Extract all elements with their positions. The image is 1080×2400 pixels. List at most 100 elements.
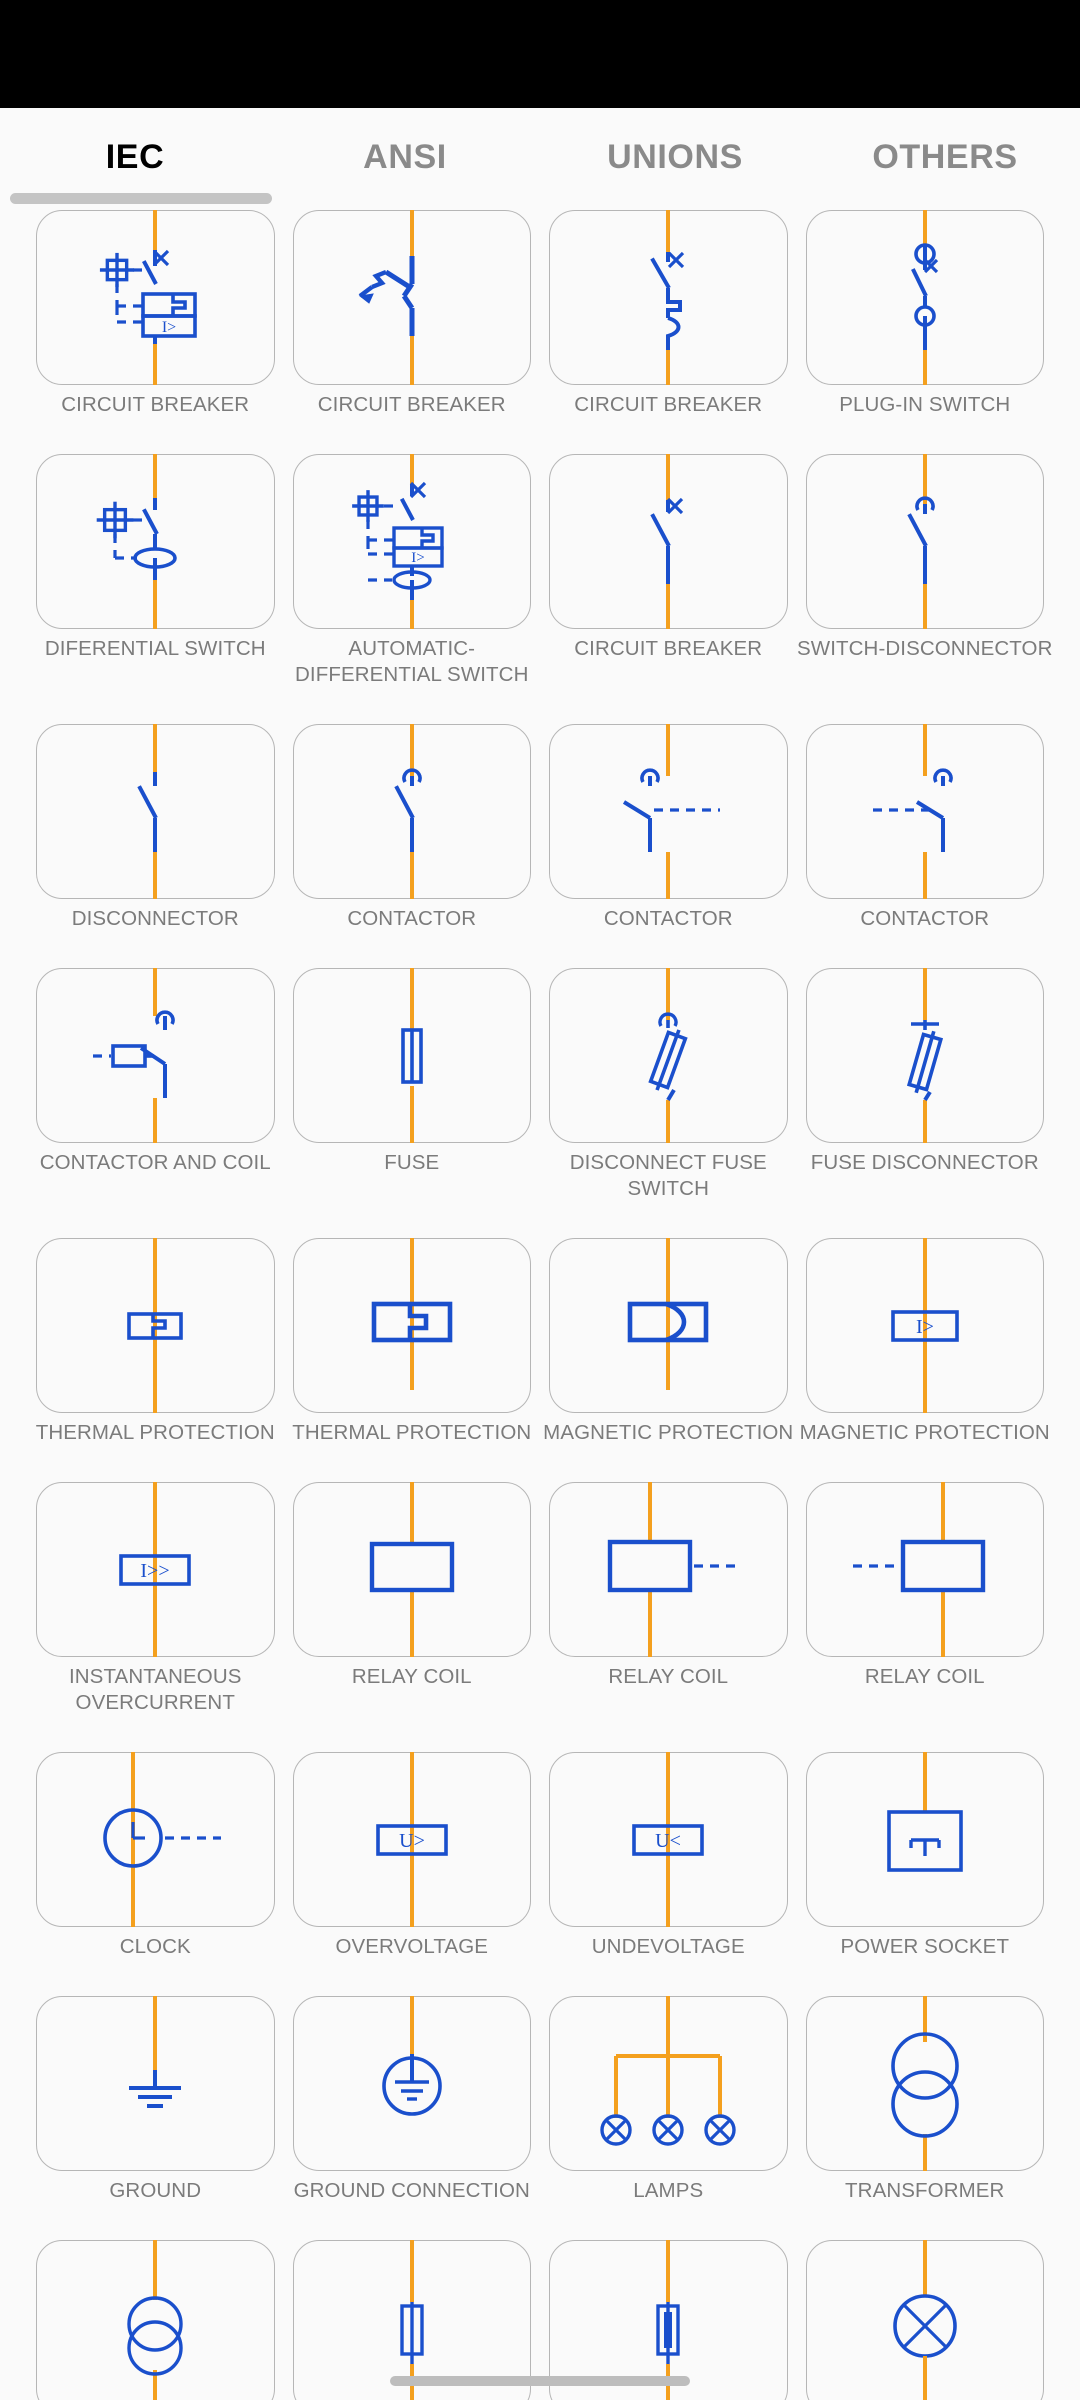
symbol-caption: OVERVOLTAGE: [335, 1935, 489, 1958]
ground-icon[interactable]: [36, 1996, 275, 2171]
symbol-caption: DIFERENTIAL SWITCH: [44, 637, 266, 660]
thermal-protection-large-icon[interactable]: [292, 1238, 531, 1413]
symbol-cell[interactable]: TRANSFORMER: [805, 1996, 1044, 2210]
automatic-differential-switch-icon[interactable]: I>: [292, 454, 531, 629]
symbol-cell[interactable]: I>> INSTANTANEOUS OVERCURRENT: [36, 1482, 275, 1722]
symbol-cell[interactable]: U< UNDEVOLTAGE: [549, 1752, 788, 1966]
clock-icon[interactable]: [36, 1752, 275, 1927]
symbol-caption: CIRCUIT BREAKER: [574, 393, 763, 416]
symbol-cell[interactable]: RELAY COIL: [292, 1482, 531, 1722]
thermal-protection-small-icon[interactable]: [36, 1238, 275, 1413]
symbol-caption: PLUG-IN SWITCH: [839, 393, 1011, 416]
symbol-cell[interactable]: I> AUTOMATIC-DIFFERENTIAL SWITCH: [292, 454, 531, 694]
tab-unions[interactable]: UNIONS: [540, 108, 810, 206]
symbol-caption: CONTACTOR: [603, 907, 733, 930]
symbol-scroll-area[interactable]: I> CIRCUIT BREAKER CIRCUIT BREAKER CIRCUIT …: [0, 206, 1080, 2400]
differential-switch-icon[interactable]: [36, 454, 275, 629]
symbol-caption: CIRCUIT BREAKER: [61, 393, 250, 416]
overvoltage-icon[interactable]: U>: [292, 1752, 531, 1927]
row-spacer: [36, 938, 1044, 968]
fuse-disconnector-icon[interactable]: [805, 968, 1044, 1143]
svg-text:I>: I>: [916, 1316, 934, 1338]
ansi-circuit-breaker-icon[interactable]: [292, 210, 531, 385]
unions-circuit-breaker-icon[interactable]: [549, 210, 788, 385]
symbol-cell[interactable]: MAGNETIC PROTECTION: [543, 1238, 793, 1452]
symbol-cell[interactable]: I> MAGNETIC PROTECTION: [800, 1238, 1050, 1452]
symbol-caption: RELAY COIL: [608, 1665, 729, 1688]
simple-circuit-breaker-icon[interactable]: [549, 454, 788, 629]
symbol-caption: THERMAL PROTECTION: [292, 1421, 532, 1444]
symbol-cell[interactable]: SWITCH-DISCONNECTOR: [797, 454, 1052, 694]
symbol-cell[interactable]: DIFERENTIAL SWITCH: [36, 454, 275, 694]
symbol-cell[interactable]: U> OVERVOLTAGE: [292, 1752, 531, 1966]
symbol-cell[interactable]: THERMAL PROTECTION: [292, 1238, 531, 1452]
symbol-caption: FUSE: [384, 1151, 440, 1174]
row-spacer: [36, 1208, 1044, 1238]
contactor-icon[interactable]: [292, 724, 531, 899]
symbol-cell[interactable]: POWER SOCKET: [805, 1752, 1044, 1966]
relay-coil-icon[interactable]: [292, 1482, 531, 1657]
undervoltage-icon[interactable]: U<: [549, 1752, 788, 1927]
symbol-cell[interactable]: CLOCK: [36, 1752, 275, 1966]
symbol-caption: CLOCK: [119, 1935, 191, 1958]
relay-coil-dash-left-icon[interactable]: [805, 1482, 1044, 1657]
contactor-dash-right-icon[interactable]: [549, 724, 788, 899]
symbol-caption: INSTANTANEOUS OVERCURRENT: [68, 1665, 242, 1714]
lamp-icon[interactable]: [805, 2240, 1044, 2400]
symbol-cell[interactable]: RELAY COIL: [549, 1482, 788, 1722]
fuse-icon[interactable]: [292, 968, 531, 1143]
symbol-cell[interactable]: PLUG-IN SWITCH: [805, 210, 1044, 424]
status-bar: [0, 0, 1080, 108]
symbol-cell[interactable]: RELAY COIL: [805, 1482, 1044, 1722]
relay-coil-dash-right-icon[interactable]: [549, 1482, 788, 1657]
symbol-cell[interactable]: FUSE: [292, 968, 531, 1208]
symbol-cell[interactable]: I> CIRCUIT BREAKER: [36, 210, 275, 424]
symbol-cell[interactable]: CIRCUIT BREAKER: [549, 210, 788, 424]
symbol-cell[interactable]: LAMPS: [549, 1996, 788, 2210]
symbol-cell[interactable]: THERMAL PROTECTION: [36, 1238, 275, 1452]
symbol-cell[interactable]: CIRCUIT BREAKER: [549, 454, 788, 694]
magnetic-protection-box-icon[interactable]: I>: [805, 1238, 1044, 1413]
ground-connection-icon[interactable]: [292, 1996, 531, 2171]
symbol-cell[interactable]: CONTACTOR: [549, 724, 788, 938]
row-spacer: [36, 1452, 1044, 1482]
contactor-dash-left-icon[interactable]: [805, 724, 1044, 899]
switch-disconnector-icon[interactable]: [805, 454, 1044, 629]
symbol-cell[interactable]: CONTACTOR: [292, 724, 531, 938]
symbol-caption: CONTACTOR: [860, 907, 990, 930]
power-socket-icon[interactable]: [805, 1752, 1044, 1927]
symbol-cell[interactable]: [805, 2240, 1044, 2400]
symbol-caption: UNDEVOLTAGE: [591, 1935, 745, 1958]
symbol-caption: LAMPS: [633, 2179, 704, 2202]
symbol-cell[interactable]: CIRCUIT BREAKER: [292, 210, 531, 424]
disconnect-fuse-switch-icon[interactable]: [549, 968, 788, 1143]
instantaneous-overcurrent-icon[interactable]: I>>: [36, 1482, 275, 1657]
disconnector-icon[interactable]: [36, 724, 275, 899]
symbol-cell[interactable]: DISCONNECT FUSE SWITCH: [549, 968, 788, 1208]
symbol-cell[interactable]: CONTACTOR: [805, 724, 1044, 938]
symbol-caption: CIRCUIT BREAKER: [317, 393, 506, 416]
symbol-caption: RELAY COIL: [351, 1665, 472, 1688]
symbol-cell[interactable]: GROUND: [36, 1996, 275, 2210]
tab-ansi[interactable]: ANSI: [270, 108, 540, 206]
magnetic-protection-curve-icon[interactable]: [549, 1238, 788, 1413]
iec-circuit-breaker-icon[interactable]: I>: [36, 210, 275, 385]
transformer-small-icon[interactable]: [36, 2240, 275, 2400]
svg-text:I>: I>: [411, 550, 424, 566]
symbol-cell[interactable]: FUSE DISCONNECTOR: [805, 968, 1044, 1208]
symbol-caption: POWER SOCKET: [840, 1935, 1010, 1958]
symbol-cell[interactable]: GROUND CONNECTION: [292, 1996, 531, 2210]
plug-in-switch-icon[interactable]: [805, 210, 1044, 385]
tab-iec[interactable]: IEC: [0, 108, 270, 206]
symbol-cell[interactable]: DISCONNECTOR: [36, 724, 275, 938]
symbol-cell[interactable]: CONTACTOR AND COIL: [36, 968, 275, 1208]
lamps-icon[interactable]: [549, 1996, 788, 2171]
tab-bar[interactable]: IEC ANSI UNIONS OTHERS: [0, 108, 1080, 206]
contactor-and-coil-icon[interactable]: [36, 968, 275, 1143]
svg-text:U>: U>: [399, 1830, 425, 1852]
symbol-cell[interactable]: [36, 2240, 275, 2400]
symbol-caption: CONTACTOR AND COIL: [39, 1151, 271, 1174]
transformer-icon[interactable]: [805, 1996, 1044, 2171]
tab-others[interactable]: OTHERS: [810, 108, 1080, 206]
home-indicator: [390, 2376, 690, 2386]
